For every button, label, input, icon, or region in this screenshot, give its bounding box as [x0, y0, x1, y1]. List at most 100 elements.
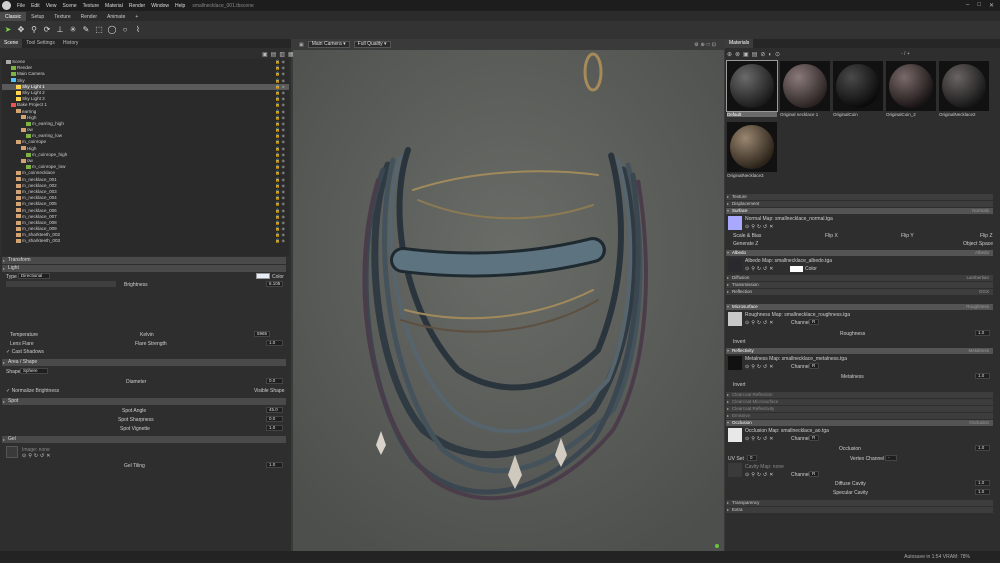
cavity-map-thumb[interactable]	[728, 463, 742, 477]
occlusion-field[interactable]: 1.0	[975, 445, 990, 451]
menu-window[interactable]: Window	[148, 3, 172, 9]
tab-materials[interactable]: Materials	[725, 39, 754, 48]
material-thumbnail[interactable]	[727, 122, 777, 172]
section-reflection[interactable]: ReflectionGGX	[726, 289, 993, 295]
lasso-tool-icon[interactable]: ⌇	[133, 25, 143, 35]
section-transform[interactable]: Transform	[2, 257, 286, 264]
move-tool-icon[interactable]: ✥	[16, 25, 26, 35]
tab-scene[interactable]: Scene	[0, 39, 23, 48]
menu-help[interactable]: Help	[172, 3, 188, 9]
section-spot[interactable]: Spot	[2, 398, 286, 405]
flip-z-label[interactable]: Flip Z	[980, 233, 993, 239]
section-microsurface[interactable]: MicrosurfaceRoughness	[726, 304, 993, 310]
type-dropdown[interactable]: Directional	[18, 273, 50, 279]
cavity-map-actions[interactable]: ⊙⚲↻↺✕	[745, 472, 775, 478]
brightness-field[interactable]: 6.105	[266, 281, 283, 287]
close-button[interactable]: ✕	[989, 2, 994, 9]
section-albedo[interactable]: AlbedoAlbedo	[726, 250, 993, 256]
menu-material[interactable]: Material	[102, 3, 126, 9]
section-area-shape[interactable]: Area / Shape	[2, 359, 286, 366]
metalness-invert-label[interactable]: Invert	[733, 382, 746, 388]
menu-scene[interactable]: Scene	[59, 3, 79, 9]
section-transparency[interactable]: Transparency	[726, 500, 993, 506]
material-thumbnail[interactable]	[780, 61, 830, 111]
diffuse-cavity-field[interactable]: 1.0	[975, 480, 990, 486]
maximize-button[interactable]: □	[977, 2, 981, 9]
material-toolbar[interactable]: ⊕⊗▣▤⊘◐⊙	[727, 51, 783, 58]
specular-cavity-field[interactable]: 1.0	[975, 489, 990, 495]
diameter-field[interactable]: 0.0	[266, 378, 283, 384]
gel-tiling-field[interactable]: 1.0	[266, 462, 283, 468]
flare-strength-field[interactable]: 1.0	[266, 340, 283, 346]
tab-classic[interactable]: Classic	[0, 12, 27, 21]
visibility-toggle-icon[interactable]: 🔒 ◉	[275, 238, 285, 244]
roughness-map-actions[interactable]: ⊙⚲↻↺✕	[745, 320, 775, 326]
scene-actions[interactable]: ▣▤▥▦	[262, 51, 297, 58]
select-tool-icon[interactable]: ➤	[3, 25, 13, 35]
scene-tree-item[interactable]: m_sharkteeth_003 🔒 ◉	[2, 238, 289, 244]
material-thumbnail[interactable]	[833, 61, 883, 111]
generate-z-label[interactable]: Generate Z	[733, 241, 758, 247]
menu-texture[interactable]: Texture	[80, 3, 102, 9]
section-emissive[interactable]: Emissive	[726, 413, 993, 419]
normal-map-actions[interactable]: ⊙⚲↻↺✕	[745, 224, 775, 230]
camera-dropdown[interactable]: Main Camera ▾	[307, 41, 350, 48]
tab-add[interactable]: +	[130, 12, 143, 21]
material-thumbnail[interactable]	[939, 61, 989, 111]
menu-view[interactable]: View	[43, 3, 60, 9]
albedo-color-swatch[interactable]	[790, 266, 803, 272]
scale-bias-label[interactable]: Scale & Bias	[733, 233, 761, 239]
material-page[interactable]: - / +	[901, 51, 910, 57]
menu-render[interactable]: Render	[126, 3, 148, 9]
section-texture[interactable]: Texture	[726, 194, 993, 200]
gel-image-actions[interactable]: ⊙⚲↻↺✕	[22, 453, 52, 459]
shape-dropdown[interactable]: Sphere	[20, 368, 48, 374]
flip-x-label[interactable]: Flip X	[825, 233, 838, 239]
viewport-controls[interactable]: ⚙⊕□⊡	[694, 42, 718, 48]
3d-viewport[interactable]: ▣ Main Camera ▾ Full Quality ▾ ⚙⊕□⊡	[293, 39, 724, 551]
section-light[interactable]: Light	[2, 265, 286, 272]
paint-tool-icon[interactable]: ✎	[81, 25, 91, 35]
roughness-channel-dropdown[interactable]: R	[809, 319, 819, 325]
section-clearcoat-microsurface[interactable]: Clearcoat Microsurface	[726, 399, 993, 405]
cavity-channel-dropdown[interactable]: R	[809, 471, 819, 477]
metalness-channel-dropdown[interactable]: R	[809, 363, 819, 369]
roughness-invert-label[interactable]: Invert	[733, 339, 746, 345]
section-extra[interactable]: Extra	[726, 507, 993, 513]
visible-shape-label[interactable]: Visible Shape	[254, 388, 285, 394]
brightness-slider[interactable]	[6, 281, 116, 287]
viewport-menu-icon[interactable]: ▣	[299, 42, 304, 48]
object-space-label[interactable]: Object Space	[963, 241, 993, 247]
cast-shadows-checkbox[interactable]: ✓ Cast Shadows	[6, 349, 44, 355]
circle-select-icon[interactable]: ○	[120, 25, 130, 35]
tab-render[interactable]: Render	[76, 12, 102, 21]
roughness-map-thumb[interactable]	[728, 312, 742, 326]
tab-tool-settings[interactable]: Tool Settings	[22, 39, 59, 48]
metalness-map-actions[interactable]: ⊙⚲↻↺✕	[745, 364, 775, 370]
spot-vignette-field[interactable]: 1.0	[266, 425, 283, 431]
scene-tree[interactable]: Scene 🔒 ◉ Render 🔒 ◉ Main Camera 🔒 ◉ Sky 🔒 ◉ Sky…	[2, 59, 289, 256]
material-thumbnail[interactable]	[726, 60, 778, 112]
flip-y-label[interactable]: Flip Y	[901, 233, 914, 239]
light-tool-icon[interactable]: ✳	[68, 25, 78, 35]
section-occlusion[interactable]: OcclusionOcclusion	[726, 420, 993, 426]
section-gel[interactable]: Gel	[2, 436, 286, 443]
occlusion-channel-dropdown[interactable]: R	[809, 435, 819, 441]
spot-sharpness-field[interactable]: 0.0	[266, 416, 283, 422]
occlusion-map-thumb[interactable]	[728, 428, 742, 442]
light-color-swatch[interactable]	[256, 273, 270, 279]
ellipse-select-icon[interactable]: ◯	[107, 25, 117, 35]
tab-texture[interactable]: Texture	[49, 12, 75, 21]
menu-file[interactable]: File	[14, 3, 28, 9]
material-thumbnail[interactable]	[886, 61, 936, 111]
transform-tool-icon[interactable]: ⟳	[42, 25, 52, 35]
metalness-map-thumb[interactable]	[728, 356, 742, 370]
uv-set-dropdown[interactable]: 0	[747, 455, 757, 461]
roughness-field[interactable]: 1.0	[975, 330, 990, 336]
gel-image-thumb[interactable]	[6, 446, 18, 458]
minimize-button[interactable]: –	[966, 2, 969, 9]
section-surface[interactable]: SurfaceNormals	[726, 208, 993, 214]
normal-map-thumb[interactable]	[728, 216, 742, 230]
spot-angle-field[interactable]: 45.0	[266, 407, 283, 413]
tab-animate[interactable]: Animate	[102, 12, 130, 21]
